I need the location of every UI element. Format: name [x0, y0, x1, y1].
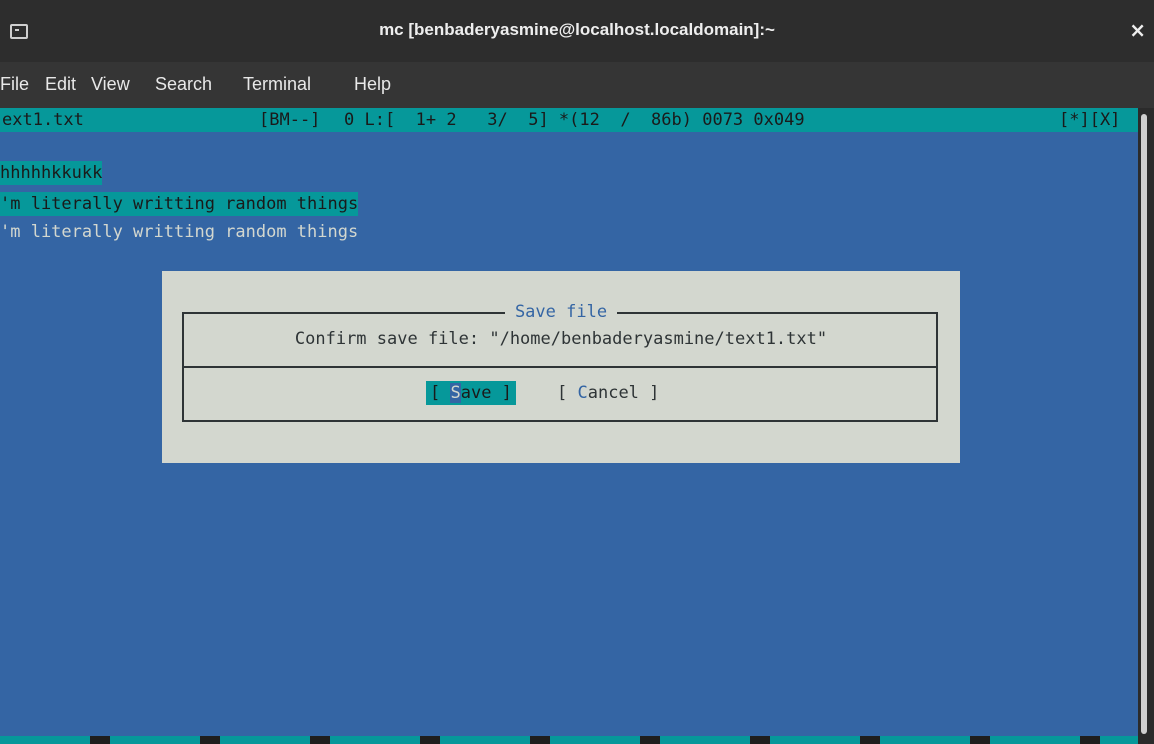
close-icon[interactable]: × — [1129, 18, 1146, 42]
save-button-hotkey: S — [450, 383, 461, 403]
menu-terminal[interactable]: Terminal — [243, 74, 311, 95]
dialog-message: Confirm save file: "/home/benbaderyasmin… — [294, 329, 828, 349]
save-button[interactable]: [ Save ] — [426, 381, 516, 405]
cancel-button-bracket: [ — [557, 383, 578, 403]
cancel-button[interactable]: [ Cancel ] — [557, 381, 659, 405]
window-scrollbar[interactable] — [1138, 108, 1154, 744]
status-position: 0 L:[ 1+ 2 3/ 5] *(12 / 86b) 0073 0x049 — [344, 110, 805, 130]
window-title: mc [benbaderyasmine@localhost.localdomai… — [379, 20, 775, 39]
menu-file[interactable]: File — [0, 74, 29, 95]
terminal-area[interactable]: ext1.txt [BM--] 0 L:[ 1+ 2 3/ 5] *(12 / … — [0, 108, 1138, 744]
save-file-dialog: Save file Confirm save file: "/home/benb… — [162, 271, 960, 463]
dialog-title: Save file — [504, 302, 618, 322]
status-mode: [BM--] — [259, 110, 321, 130]
save-button-bracket: [ — [430, 383, 451, 403]
save-button-label: ave ] — [460, 383, 512, 403]
menu-view[interactable]: View — [91, 74, 130, 95]
dialog-divider — [182, 366, 938, 368]
cancel-button-hotkey: C — [577, 383, 588, 403]
menu-bar: File Edit View Search Terminal Help — [0, 62, 1154, 108]
status-filename: ext1.txt — [2, 110, 84, 130]
editor-status-bar: ext1.txt [BM--] 0 L:[ 1+ 2 3/ 5] *(12 / … — [0, 108, 1138, 132]
editor-line[interactable]: hhhhhkkukk — [0, 161, 103, 185]
menu-help[interactable]: Help — [354, 74, 391, 95]
cancel-button-label: ancel ] — [587, 383, 660, 403]
window-titlebar: mc [benbaderyasmine@localhost.localdomai… — [0, 0, 1154, 62]
menu-search[interactable]: Search — [155, 74, 212, 95]
dialog-title-wrap: Save file — [162, 300, 960, 324]
editor-line[interactable]: 'm literally writting random things — [0, 220, 358, 244]
menu-edit[interactable]: Edit — [45, 74, 76, 95]
function-key-bar[interactable] — [0, 736, 1138, 744]
editor-line[interactable]: 'm literally writting random things — [0, 192, 359, 216]
status-flags[interactable]: [*][X] — [1059, 108, 1120, 132]
